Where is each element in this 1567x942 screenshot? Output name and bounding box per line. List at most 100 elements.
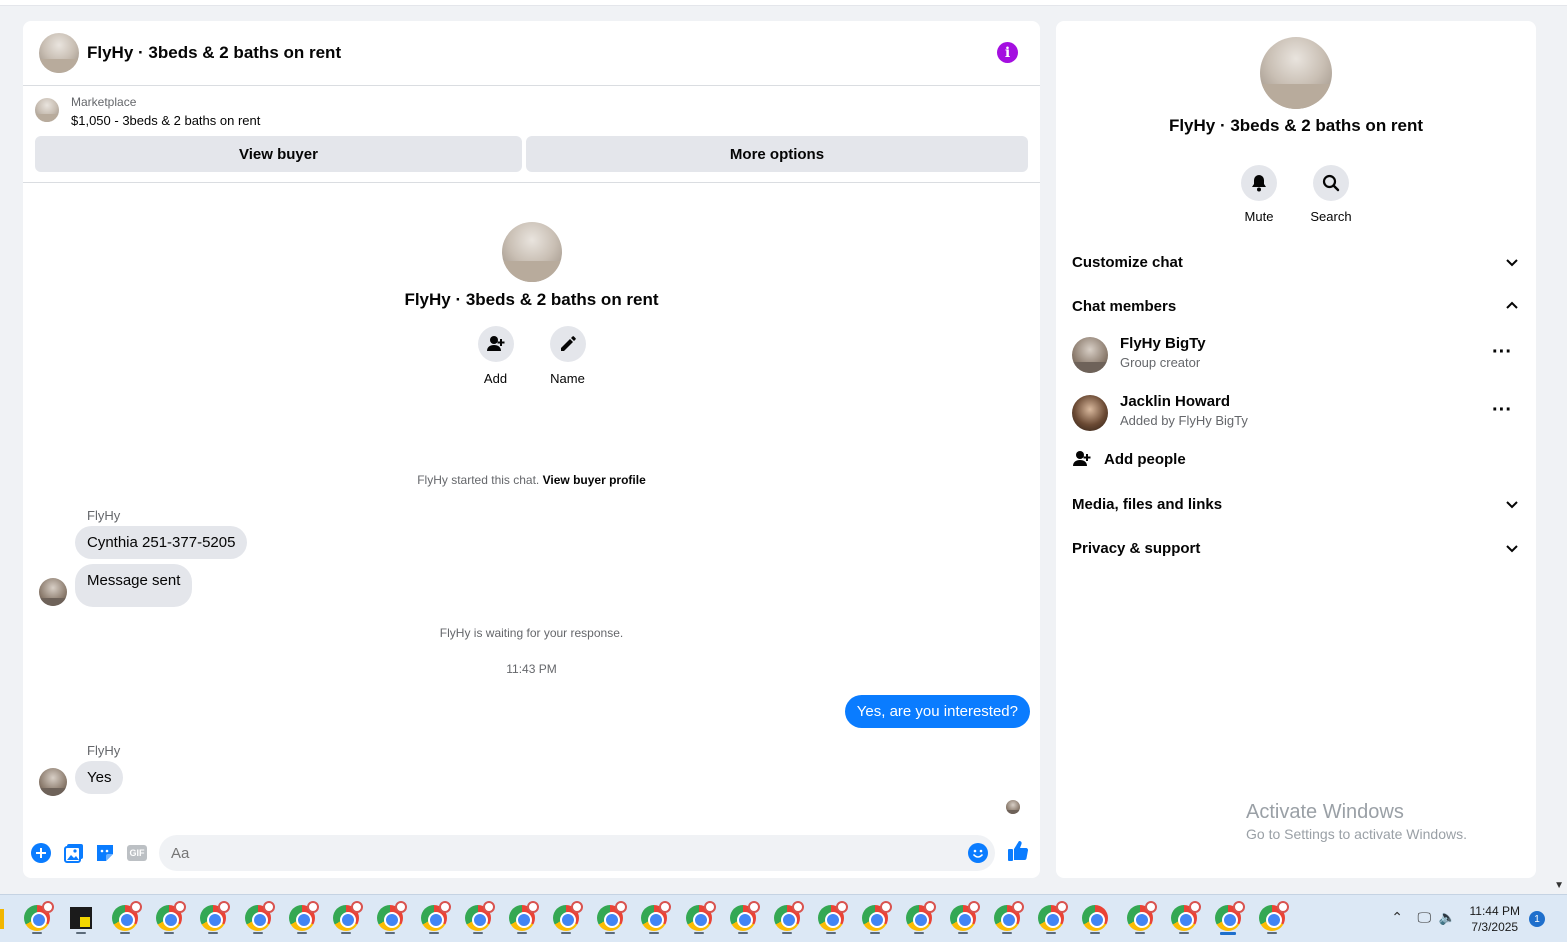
profile-badge-icon: [527, 901, 539, 913]
more-options-button[interactable]: More options: [526, 136, 1028, 172]
profile-badge-icon: [174, 901, 186, 913]
chrome-icon: [597, 901, 627, 931]
bell-icon: [1241, 165, 1277, 201]
chrome-profile-icon[interactable]: [24, 901, 54, 931]
chrome-profile-icon[interactable]: [641, 901, 671, 931]
member-role: Added by FlyHy BigTy: [1120, 413, 1248, 428]
emoji-icon[interactable]: [968, 843, 988, 863]
media-files-links-row[interactable]: Media, files and links: [1072, 492, 1520, 516]
profile-badge-icon: [924, 901, 936, 913]
photo-icon[interactable]: [64, 843, 84, 863]
chrome-profile-icon[interactable]: [1082, 905, 1108, 931]
gif-button[interactable]: GIF: [127, 845, 147, 861]
message-bubble[interactable]: Cynthia 251-377-5205: [75, 526, 248, 559]
search-button[interactable]: Search: [1301, 165, 1361, 224]
profile-badge-icon: [659, 901, 671, 913]
add-people-button[interactable]: Add people: [1072, 449, 1186, 469]
chrome-icon: [509, 901, 539, 931]
sticky-notes-app-icon[interactable]: [68, 905, 94, 931]
notification-badge[interactable]: 1: [1529, 911, 1545, 927]
chrome-profile-icon[interactable]: [377, 901, 407, 931]
chrome-profile-icon[interactable]: [1215, 901, 1245, 931]
chrome-profile-icon[interactable]: [1038, 901, 1068, 931]
running-indicator: [561, 932, 571, 934]
member-item[interactable]: FlyHy BigTy Group creator ···: [1072, 335, 1520, 375]
taskbar-clock[interactable]: 11:44 PM 7/3/2025: [1470, 903, 1520, 935]
chat-title[interactable]: FlyHy · 3beds & 2 baths on rent: [87, 43, 341, 63]
chrome-profile-icon[interactable]: [818, 901, 848, 931]
running-indicator: [870, 932, 880, 934]
more-options-icon[interactable]: ···: [1492, 342, 1512, 362]
plus-circle-icon[interactable]: [31, 843, 51, 863]
profile-badge-icon: [704, 901, 716, 913]
sender-avatar[interactable]: [39, 578, 67, 606]
network-icon[interactable]: 🖵: [1418, 909, 1432, 926]
running-indicator: [76, 932, 86, 934]
scroll-down-arrow[interactable]: ▼: [1554, 880, 1564, 891]
message-bubble[interactable]: Message sent: [75, 564, 193, 607]
clock-date: 7/3/2025: [1471, 920, 1519, 934]
chrome-profile-icon[interactable]: [774, 901, 804, 931]
chrome-icon: [465, 901, 495, 931]
chrome-profile-icon[interactable]: [730, 901, 760, 931]
chrome-profile-icon[interactable]: [509, 901, 539, 931]
chevron-up-icon: [1506, 301, 1518, 309]
mute-button[interactable]: Mute: [1229, 165, 1289, 224]
chrome-profile-icon[interactable]: [421, 901, 451, 931]
chrome-icon: [906, 901, 936, 931]
chrome-profile-icon[interactable]: [112, 901, 142, 931]
more-options-icon[interactable]: ···: [1492, 400, 1512, 420]
thumbs-up-icon[interactable]: [1007, 840, 1029, 862]
privacy-support-row[interactable]: Privacy & support: [1072, 536, 1520, 560]
running-indicator: [1267, 932, 1277, 934]
running-indicator: [473, 932, 483, 934]
view-buyer-profile-link[interactable]: View buyer profile: [543, 473, 646, 487]
message-input[interactable]: [159, 835, 939, 871]
profile-badge-icon: [880, 901, 892, 913]
listing-price-title[interactable]: $1,050 - 3beds & 2 baths on rent: [71, 113, 260, 128]
info-icon[interactable]: i: [997, 42, 1018, 63]
chrome-profile-icon[interactable]: [1127, 901, 1157, 931]
chrome-profile-icon[interactable]: [906, 901, 936, 931]
member-item[interactable]: Jacklin Howard Added by FlyHy BigTy ···: [1072, 393, 1520, 433]
profile-badge-icon: [615, 901, 627, 913]
sticker-icon[interactable]: [95, 843, 115, 863]
marketplace-label: Marketplace: [71, 95, 137, 109]
chrome-profile-icon[interactable]: [950, 901, 980, 931]
chat-intro: FlyHy · 3beds & 2 baths on rent Add Name: [23, 222, 1040, 386]
volume-icon[interactable]: 🔈: [1439, 909, 1456, 926]
chrome-profile-icon[interactable]: [245, 901, 275, 931]
message-bubble[interactable]: Yes: [75, 761, 124, 794]
add-person-icon: [477, 326, 514, 362]
chat-members-row[interactable]: Chat members: [1072, 294, 1520, 318]
chrome-profile-icon[interactable]: [994, 901, 1024, 931]
chevron-down-icon: [1506, 545, 1518, 553]
listing-thumbnail[interactable]: [35, 98, 59, 122]
chrome-icon: [421, 901, 451, 931]
chrome-profile-icon[interactable]: [597, 901, 627, 931]
chrome-profile-icon[interactable]: [862, 901, 892, 931]
chrome-profile-icon[interactable]: [465, 901, 495, 931]
member-name: FlyHy BigTy: [1120, 335, 1206, 352]
customize-chat-row[interactable]: Customize chat: [1072, 250, 1520, 274]
add-member-button[interactable]: Add: [477, 326, 515, 386]
chrome-profile-icon[interactable]: [1259, 901, 1289, 931]
sender-avatar[interactable]: [39, 768, 67, 796]
chrome-profile-icon[interactable]: [553, 901, 583, 931]
chrome-profile-icon[interactable]: [686, 901, 716, 931]
name-chat-button[interactable]: Name: [549, 326, 587, 386]
chat-avatar[interactable]: [39, 33, 79, 73]
view-buyer-button[interactable]: View buyer: [35, 136, 522, 172]
name-label: Name: [550, 371, 585, 386]
chrome-profile-icon[interactable]: [289, 901, 319, 931]
chrome-profile-icon[interactable]: [333, 901, 363, 931]
add-people-label: Add people: [1104, 450, 1186, 468]
profile-badge-icon: [571, 901, 583, 913]
show-hidden-icons-icon[interactable]: ⌃: [1391, 909, 1403, 926]
outgoing-message-bubble[interactable]: Yes, are you interested?: [844, 695, 1030, 728]
chrome-profile-icon[interactable]: [156, 901, 186, 931]
chat-started-text: FlyHy started this chat.: [417, 473, 540, 487]
chrome-profile-icon[interactable]: [1171, 901, 1201, 931]
group-avatar-large[interactable]: [1260, 37, 1332, 109]
chrome-profile-icon[interactable]: [200, 901, 230, 931]
